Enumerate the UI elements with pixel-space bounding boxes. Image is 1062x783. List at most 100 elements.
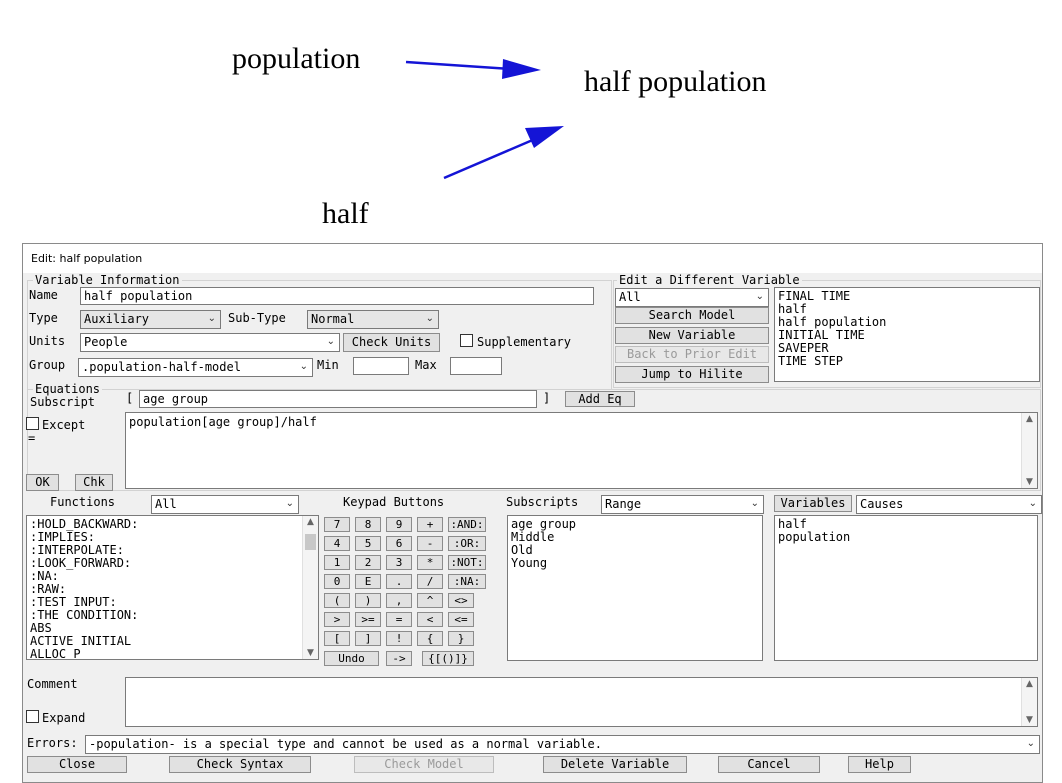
keypad-key-equal[interactable]: =: [386, 612, 412, 627]
keypad-key-greater-equal[interactable]: >=: [355, 612, 381, 627]
except-checkbox[interactable]: [26, 417, 39, 430]
arrow-button[interactable]: ->: [386, 651, 412, 666]
list-item[interactable]: FINAL TIME: [775, 290, 1039, 303]
undo-button[interactable]: Undo: [324, 651, 379, 666]
list-item[interactable]: population: [775, 531, 1037, 544]
keypad-key-not[interactable]: :NOT:: [448, 555, 486, 570]
delete-variable-button[interactable]: Delete Variable: [543, 756, 687, 773]
list-item[interactable]: ALLOC P: [27, 648, 318, 660]
brackets-button[interactable]: {[()]}: [422, 651, 474, 666]
keypad-key-6[interactable]: 6: [386, 536, 412, 551]
subscript-field[interactable]: age group: [139, 390, 537, 408]
help-button[interactable]: Help: [848, 756, 911, 773]
error-message: -population- is a special type and canno…: [89, 737, 602, 751]
keypad-key-5[interactable]: 5: [355, 536, 381, 551]
comment-scrollbar[interactable]: ▲ ▼: [1021, 678, 1037, 726]
keypad-key-plus[interactable]: +: [417, 517, 443, 532]
scroll-down-icon[interactable]: ▼: [1022, 477, 1037, 487]
keypad-key-multiply[interactable]: *: [417, 555, 443, 570]
keypad-key-3[interactable]: 3: [386, 555, 412, 570]
min-field[interactable]: [353, 357, 409, 375]
variables-filter-select[interactable]: Causes ⌄: [856, 495, 1042, 514]
check-model-button[interactable]: Check Model: [354, 756, 494, 773]
keypad-key-close-bracket[interactable]: ]: [355, 631, 381, 646]
list-item[interactable]: :NA:: [27, 570, 318, 583]
scrollbar-thumb[interactable]: [305, 534, 316, 550]
scroll-down-icon[interactable]: ▼: [1022, 715, 1037, 725]
keypad-key-not-equal[interactable]: <>: [448, 593, 474, 608]
check-syntax-button[interactable]: Check Syntax: [169, 756, 311, 773]
variables-button[interactable]: Variables: [774, 495, 852, 512]
keypad-key-less[interactable]: <: [417, 612, 443, 627]
arrow-population-to-half-population[interactable]: [405, 59, 541, 79]
name-field[interactable]: half population: [80, 287, 594, 305]
keypad-key-close-brace[interactable]: }: [448, 631, 474, 646]
keypad-key-dot[interactable]: .: [386, 574, 412, 589]
equation-editor[interactable]: population[age group]/half ▲ ▼: [125, 412, 1038, 489]
functions-list[interactable]: :HOLD_BACKWARD: :IMPLIES: :INTERPOLATE: …: [26, 515, 319, 660]
new-variable-button[interactable]: New Variable: [615, 327, 769, 344]
keypad-key-4[interactable]: 4: [324, 536, 350, 551]
group-select[interactable]: .population-half-model ⌄: [78, 358, 313, 377]
variable-filter-select[interactable]: All ⌄: [615, 288, 769, 307]
arrow-half-to-half-population[interactable]: [443, 126, 564, 180]
causes-list[interactable]: half population: [774, 515, 1038, 661]
subtype-select[interactable]: Normal ⌄: [307, 310, 439, 329]
comment-label: Comment: [27, 677, 78, 691]
keypad-key-1[interactable]: 1: [324, 555, 350, 570]
scroll-up-icon[interactable]: ▲: [303, 517, 318, 527]
supplementary-checkbox[interactable]: [460, 334, 473, 347]
scroll-up-icon[interactable]: ▲: [1022, 679, 1037, 689]
keypad-key-less-equal[interactable]: <=: [448, 612, 474, 627]
keypad-key-8[interactable]: 8: [355, 517, 381, 532]
keypad-key-close-paren[interactable]: ): [355, 593, 381, 608]
keypad-key-open-brace[interactable]: {: [417, 631, 443, 646]
keypad-key-divide[interactable]: /: [417, 574, 443, 589]
keypad-key-0[interactable]: 0: [324, 574, 350, 589]
functions-filter-select[interactable]: All ⌄: [151, 495, 299, 514]
errors-field[interactable]: -population- is a special type and canno…: [85, 735, 1040, 754]
keypad-key-na[interactable]: :NA:: [448, 574, 486, 589]
type-select[interactable]: Auxiliary ⌄: [80, 310, 221, 329]
cancel-button[interactable]: Cancel: [718, 756, 820, 773]
search-model-button[interactable]: Search Model: [615, 307, 769, 324]
variable-list[interactable]: FINAL TIME half half population INITIAL …: [774, 287, 1040, 382]
keypad-key-open-bracket[interactable]: [: [324, 631, 350, 646]
jump-to-hilite-button[interactable]: Jump to Hilite: [615, 366, 769, 383]
subscript-bracket-close: ]: [543, 391, 551, 405]
scroll-down-icon[interactable]: ▼: [303, 648, 318, 658]
comment-editor[interactable]: ▲ ▼: [125, 677, 1038, 727]
chk-button[interactable]: Chk: [75, 474, 113, 491]
list-item[interactable]: TIME STEP: [775, 355, 1039, 368]
keypad-key-or[interactable]: :OR:: [448, 536, 486, 551]
list-item[interactable]: :LOOK_FORWARD:: [27, 557, 318, 570]
list-item[interactable]: :THE CONDITION:: [27, 609, 318, 622]
keypad-key-open-paren[interactable]: (: [324, 593, 350, 608]
keypad-key-greater[interactable]: >: [324, 612, 350, 627]
keypad-key-caret[interactable]: ^: [417, 593, 443, 608]
scroll-up-icon[interactable]: ▲: [1022, 414, 1037, 424]
keypad-key-minus[interactable]: -: [417, 536, 443, 551]
functions-scrollbar[interactable]: ▲ ▼: [302, 516, 318, 659]
list-item[interactable]: Middle: [508, 531, 762, 544]
keypad-key-2[interactable]: 2: [355, 555, 381, 570]
units-combo[interactable]: People ⌄: [80, 333, 340, 352]
back-to-prior-edit-button[interactable]: Back to Prior Edit: [615, 346, 769, 363]
keypad-key-e[interactable]: E: [355, 574, 381, 589]
keypad-key-comma[interactable]: ,: [386, 593, 412, 608]
add-eq-button[interactable]: Add Eq: [565, 391, 635, 407]
list-item[interactable]: Young: [508, 557, 762, 570]
subscripts-filter-select[interactable]: Range ⌄: [601, 495, 764, 514]
max-field[interactable]: [450, 357, 502, 375]
keypad-key-and[interactable]: :AND:: [448, 517, 486, 532]
check-units-button[interactable]: Check Units: [343, 333, 440, 352]
expand-checkbox[interactable]: [26, 710, 39, 723]
equation-scrollbar[interactable]: ▲ ▼: [1021, 413, 1037, 488]
subscripts-list[interactable]: age group Middle Old Young: [507, 515, 763, 661]
ok-button[interactable]: OK: [26, 474, 59, 491]
keypad-key-exclaim[interactable]: !: [386, 631, 412, 646]
group-label: Group: [29, 358, 66, 372]
keypad-key-7[interactable]: 7: [324, 517, 350, 532]
close-button[interactable]: Close: [27, 756, 127, 773]
keypad-key-9[interactable]: 9: [386, 517, 412, 532]
